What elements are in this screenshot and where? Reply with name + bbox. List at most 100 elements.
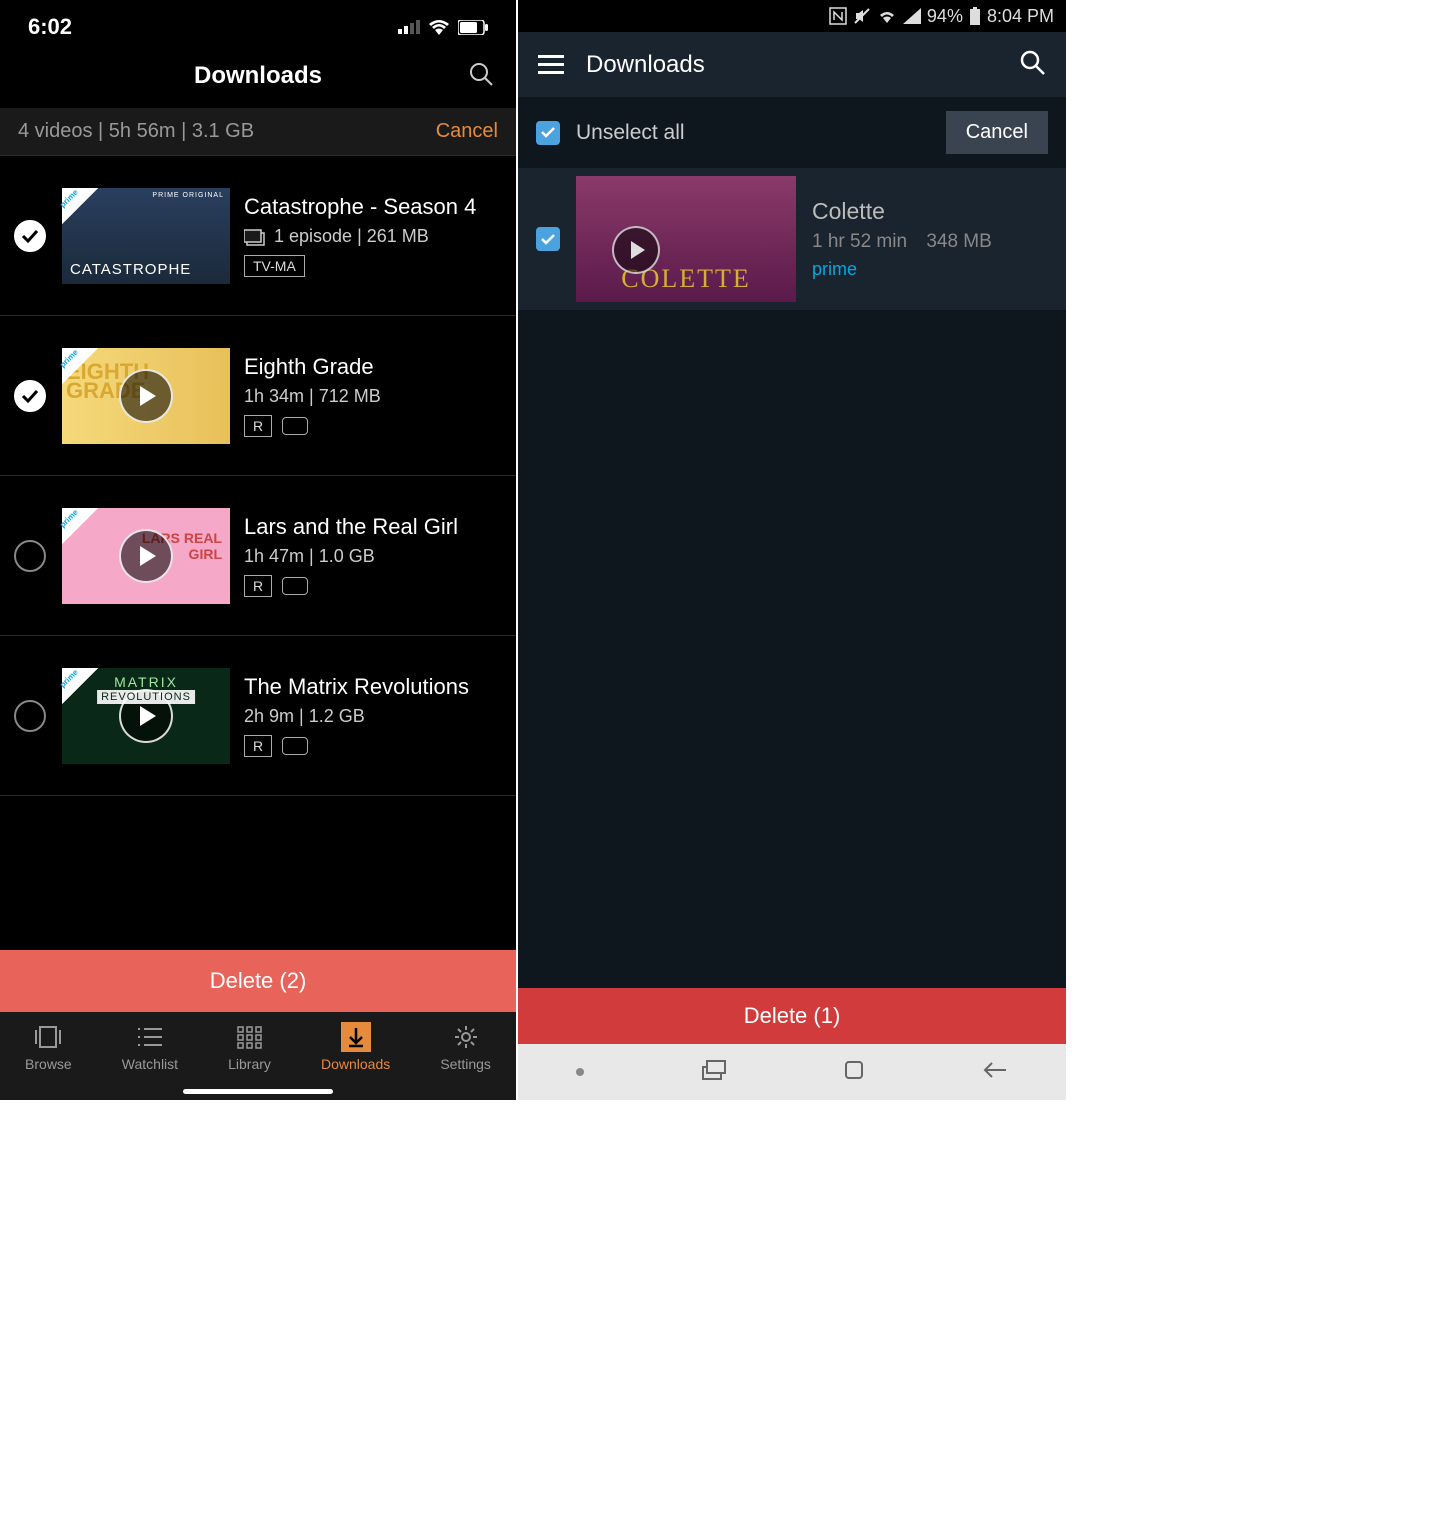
thumbnail[interactable]: prime (62, 348, 230, 444)
prime-badge: prime (62, 348, 98, 384)
play-icon (119, 369, 173, 423)
thumbnail[interactable]: prime (62, 508, 230, 604)
recents-icon (701, 1059, 727, 1081)
prime-badge: prime (62, 188, 98, 224)
check-icon (21, 229, 39, 243)
battery-icon (458, 20, 488, 35)
android-header: Downloads (518, 32, 1066, 97)
prime-badge: prime (62, 508, 98, 544)
wifi-icon (877, 8, 897, 24)
tab-watchlist[interactable]: Watchlist (122, 1022, 178, 1100)
android-navbar (518, 1044, 1066, 1100)
prime-label: prime (812, 259, 1048, 280)
library-icon (235, 1022, 265, 1052)
thumbnail[interactable]: prime (62, 668, 230, 764)
thumbnail[interactable] (576, 176, 796, 302)
signal-icon (398, 20, 420, 34)
tab-label: Library (228, 1056, 271, 1072)
search-button[interactable] (1018, 48, 1046, 81)
signal-icon (903, 8, 921, 24)
cancel-button[interactable]: Cancel (436, 120, 498, 143)
subtitle-icon (282, 417, 308, 435)
tab-label: Watchlist (122, 1056, 178, 1072)
nav-recents[interactable] (701, 1059, 727, 1086)
download-item[interactable]: prime Lars and the Real Girl 1h 47m | 1.… (0, 476, 516, 636)
download-item[interactable]: prime Catastrophe - Season 4 1 episode |… (0, 156, 516, 316)
android-screen: 94% 8:04 PM Downloads Unselect all Cance… (518, 0, 1066, 1100)
badges: R (244, 415, 498, 437)
check-icon (21, 389, 39, 403)
home-indicator[interactable] (183, 1089, 333, 1094)
rating-badge: R (244, 575, 272, 597)
summary-bar: 4 videos | 5h 56m | 3.1 GB Cancel (0, 108, 516, 156)
page-title: Downloads (586, 51, 996, 79)
delete-button[interactable]: Delete (1) (518, 988, 1066, 1044)
settings-icon (451, 1022, 481, 1052)
badges: R (244, 735, 498, 757)
select-checkbox[interactable] (14, 540, 46, 572)
badges: TV-MA (244, 255, 498, 277)
item-subtitle: 1h 34m | 712 MB (244, 386, 498, 407)
select-checkbox[interactable] (14, 220, 46, 252)
select-checkbox[interactable] (14, 380, 46, 412)
rating-badge: R (244, 735, 272, 757)
item-title: Eighth Grade (244, 354, 498, 380)
ios-statusbar: 6:02 (0, 0, 516, 48)
item-title: Catastrophe - Season 4 (244, 194, 498, 220)
back-icon (982, 1060, 1008, 1080)
statusbar-time: 8:04 PM (987, 6, 1054, 27)
download-item[interactable]: prime The Matrix Revolutions 2h 9m | 1.2… (0, 636, 516, 796)
play-icon (119, 689, 173, 743)
tab-label: Downloads (321, 1056, 390, 1072)
item-meta: Eighth Grade 1h 34m | 712 MB R (244, 354, 498, 437)
tab-browse[interactable]: Browse (25, 1022, 72, 1100)
selection-bar: Unselect all Cancel (518, 97, 1066, 168)
play-icon (612, 226, 660, 274)
item-title: The Matrix Revolutions (244, 674, 498, 700)
android-statusbar: 94% 8:04 PM (518, 0, 1066, 32)
select-checkbox[interactable] (14, 700, 46, 732)
mute-icon (853, 7, 871, 25)
select-checkbox[interactable] (536, 227, 560, 251)
battery-icon (969, 7, 981, 25)
thumbnail[interactable]: prime (62, 188, 230, 284)
episodes-icon (244, 228, 266, 246)
nav-home[interactable] (843, 1059, 865, 1086)
item-subtitle: 2h 9m | 1.2 GB (244, 706, 498, 727)
subtitle-icon (282, 737, 308, 755)
wifi-icon (428, 19, 450, 35)
browse-icon (33, 1022, 63, 1052)
ios-screen: 6:02 Downloads 4 videos | 5h 56m | 3.1 G… (0, 0, 516, 1100)
item-meta: Colette 1 hr 52 min 348 MB prime (812, 198, 1048, 280)
unselect-all[interactable]: Unselect all (536, 121, 685, 145)
download-item[interactable]: prime Eighth Grade 1h 34m | 712 MB R (0, 316, 516, 476)
search-icon (1018, 48, 1046, 76)
item-meta: Catastrophe - Season 4 1 episode | 261 M… (244, 194, 498, 277)
tab-settings[interactable]: Settings (440, 1022, 491, 1100)
menu-button[interactable] (538, 55, 564, 74)
delete-button[interactable]: Delete (2) (0, 950, 516, 1012)
page-title: Downloads (194, 62, 322, 90)
prime-badge: prime (62, 668, 98, 704)
battery-text: 94% (927, 6, 963, 27)
cancel-button[interactable]: Cancel (946, 111, 1048, 154)
nav-back[interactable] (982, 1060, 1008, 1085)
nav-assistant[interactable] (576, 1068, 584, 1076)
summary-text: 4 videos | 5h 56m | 3.1 GB (18, 120, 254, 143)
subtitle-icon (282, 577, 308, 595)
item-subtitle: 1 hr 52 min 348 MB (812, 231, 1048, 253)
download-item[interactable]: Colette 1 hr 52 min 348 MB prime (518, 168, 1066, 310)
checkbox-icon (536, 121, 560, 145)
home-icon (843, 1059, 865, 1081)
item-subtitle: 1 episode | 261 MB (244, 226, 498, 247)
check-icon (540, 233, 556, 246)
search-button[interactable] (468, 61, 494, 92)
badges: R (244, 575, 498, 597)
tab-label: Browse (25, 1056, 72, 1072)
rating-badge: TV-MA (244, 255, 305, 277)
nfc-icon (829, 7, 847, 25)
tab-label: Settings (440, 1056, 491, 1072)
search-icon (468, 61, 494, 87)
downloads-list: prime Catastrophe - Season 4 1 episode |… (0, 156, 516, 796)
downloads-icon (341, 1022, 371, 1052)
